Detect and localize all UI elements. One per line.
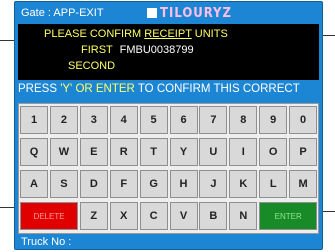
instruction-text: PRESS 'Y' OR ENTER TO CONFIRM THIS CORRE… xyxy=(18,83,319,101)
delete-key[interactable]: DELETE xyxy=(20,202,78,230)
key-a[interactable]: A xyxy=(20,170,48,198)
key-m[interactable]: M xyxy=(289,170,318,198)
first-unit-row: FIRST FMBU0038799 xyxy=(81,44,194,56)
key-n[interactable]: N xyxy=(229,202,258,230)
key-k[interactable]: K xyxy=(229,170,258,198)
key-b[interactable]: B xyxy=(199,202,228,230)
key-t[interactable]: T xyxy=(139,138,168,166)
key-y[interactable]: Y xyxy=(169,138,198,166)
key-e[interactable]: E xyxy=(79,138,108,166)
key-d[interactable]: D xyxy=(79,170,108,198)
gate-terminal-window: Gate : APP-EXIT TILOURYZ PLEASE CONFIRM … xyxy=(14,1,323,250)
key-f[interactable]: F xyxy=(109,170,138,198)
key-j[interactable]: J xyxy=(199,170,228,198)
second-unit-row: SECOND xyxy=(68,60,115,72)
key-q[interactable]: Q xyxy=(20,138,48,166)
units-text: UNITS xyxy=(194,28,228,40)
key-p[interactable]: P xyxy=(289,138,318,166)
key-4[interactable]: 4 xyxy=(109,106,138,134)
key-8[interactable]: 8 xyxy=(229,106,258,134)
key-0[interactable]: 0 xyxy=(289,106,318,134)
key-s[interactable]: S xyxy=(49,170,78,198)
key-o[interactable]: O xyxy=(259,138,288,166)
confirm-message: PLEASE CONFIRM RECEIPT UNITS xyxy=(44,28,228,40)
left-connector-line-bottom xyxy=(0,207,14,208)
right-connector-line-bottom xyxy=(323,211,335,212)
left-connector-line xyxy=(0,40,14,41)
key-2[interactable]: 2 xyxy=(49,106,78,134)
key-6[interactable]: 6 xyxy=(169,106,198,134)
on-screen-keyboard: 1 2 3 4 5 6 7 8 9 0 Q W E R T Y U I O P A S D F G H J K L M DELETE Z X C V… xyxy=(18,103,319,234)
first-label: FIRST xyxy=(81,44,113,56)
receipt-text: RECEIPT xyxy=(144,28,192,40)
key-1[interactable]: 1 xyxy=(20,106,48,134)
instruction-part-c: TO CONFIRM THIS CORRECT xyxy=(134,83,300,95)
first-unit-value: FMBU0038799 xyxy=(119,44,194,56)
key-v[interactable]: V xyxy=(169,202,198,230)
logo-icon xyxy=(147,8,157,18)
key-z[interactable]: Z xyxy=(79,202,108,230)
key-c[interactable]: C xyxy=(139,202,168,230)
logo: TILOURYZ xyxy=(147,5,232,21)
gate-label: Gate : APP-EXIT xyxy=(21,7,104,19)
key-h[interactable]: H xyxy=(169,170,198,198)
key-w[interactable]: W xyxy=(49,138,78,166)
key-7[interactable]: 7 xyxy=(199,106,228,134)
key-r[interactable]: R xyxy=(109,138,138,166)
truck-number-label: Truck No : xyxy=(21,236,72,248)
header-bar: Gate : APP-EXIT TILOURYZ xyxy=(15,2,322,24)
message-screen: PLEASE CONFIRM RECEIPT UNITS FIRST FMBU0… xyxy=(18,24,319,80)
key-3[interactable]: 3 xyxy=(79,106,108,134)
key-9[interactable]: 9 xyxy=(259,106,288,134)
second-label: SECOND xyxy=(68,60,116,72)
enter-key[interactable]: ENTER xyxy=(259,202,318,230)
key-x[interactable]: X xyxy=(109,202,138,230)
key-i[interactable]: I xyxy=(229,138,258,166)
key-l[interactable]: L xyxy=(259,170,288,198)
key-g[interactable]: G xyxy=(139,170,168,198)
instruction-part-b: 'Y' OR ENTER xyxy=(60,83,135,95)
instruction-part-a: PRESS xyxy=(18,83,61,95)
confirm-text: PLEASE CONFIRM xyxy=(44,28,142,40)
logo-text: TILOURYZ xyxy=(160,5,232,21)
key-5[interactable]: 5 xyxy=(139,106,168,134)
key-u[interactable]: U xyxy=(199,138,228,166)
right-connector-line xyxy=(323,35,335,36)
